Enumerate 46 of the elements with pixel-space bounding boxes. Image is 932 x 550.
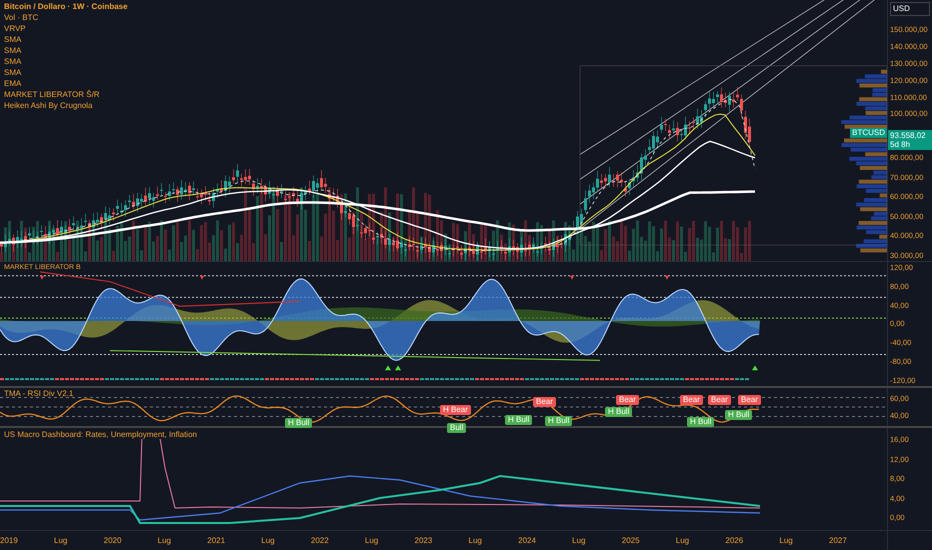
time-tick: 2020 xyxy=(104,536,122,544)
time-tick: Lug xyxy=(158,536,172,544)
time-tick: 2019 xyxy=(0,536,18,544)
chart-title: Bitcoin / Dollaro · 1W · Coinbase xyxy=(4,2,128,12)
divergence-tag: Bear xyxy=(708,395,731,405)
divergence-tag: Bear xyxy=(533,397,556,407)
indicator-label: SMA xyxy=(4,57,22,67)
time-tick: 2025 xyxy=(622,536,640,544)
symbol-tag: BTCUSD xyxy=(850,128,887,138)
indicator-label: Vol · BTC xyxy=(4,13,40,23)
time-tick: 2021 xyxy=(207,536,226,544)
bar-countdown: 5d 8h xyxy=(890,140,912,149)
indicator-label: MARKET LIBERATOR Ŝ/R xyxy=(4,90,101,100)
divergence-tag: Bear xyxy=(680,395,703,405)
time-tick: Lug xyxy=(676,536,690,544)
time-tick: Lug xyxy=(779,536,793,544)
divergence-tag: H Bull xyxy=(505,415,532,425)
divergence-tag: H Bull xyxy=(605,407,632,417)
time-tick: Lug xyxy=(364,536,378,544)
time-tick: 2026 xyxy=(725,536,744,544)
divergence-tag: H Bear xyxy=(440,405,471,415)
indicator-label: VRVP xyxy=(4,24,27,34)
indicator-label: EMA xyxy=(4,79,22,89)
time-tick: Lug xyxy=(468,536,482,544)
indicator-label: SMA xyxy=(4,35,22,45)
time-tick: Lug xyxy=(261,536,275,544)
divergence-tag: H Bull xyxy=(545,416,572,426)
time-tick: 2022 xyxy=(310,536,329,544)
time-tick: 2023 xyxy=(414,536,432,544)
divergence-tag: H Bull xyxy=(687,417,714,427)
currency-selector[interactable]: USD xyxy=(890,2,930,16)
divergence-tag: Bear xyxy=(616,395,639,405)
pane-title: US Macro Dashboard: Rates, Unemployment, Inflation xyxy=(4,431,197,439)
indicator-label: SMA xyxy=(4,46,22,56)
time-tick: 2027 xyxy=(829,536,847,544)
time-tick: Lug xyxy=(54,536,68,544)
divergence-tag: H Bull xyxy=(725,410,752,420)
pane-title: TMA - RSI Div V2.1 xyxy=(4,390,74,398)
divergence-tag: Bear xyxy=(738,395,761,405)
time-tick: Lug xyxy=(572,536,586,544)
indicator-label: SMA xyxy=(4,68,22,78)
divergence-tag: Bull xyxy=(447,423,466,433)
time-tick: 2024 xyxy=(518,536,536,544)
indicator-label: Heiken Ashi By Crugnola xyxy=(4,101,94,111)
last-price: 93.558,02 xyxy=(890,131,927,140)
divergence-tag: H Bull xyxy=(285,418,312,428)
